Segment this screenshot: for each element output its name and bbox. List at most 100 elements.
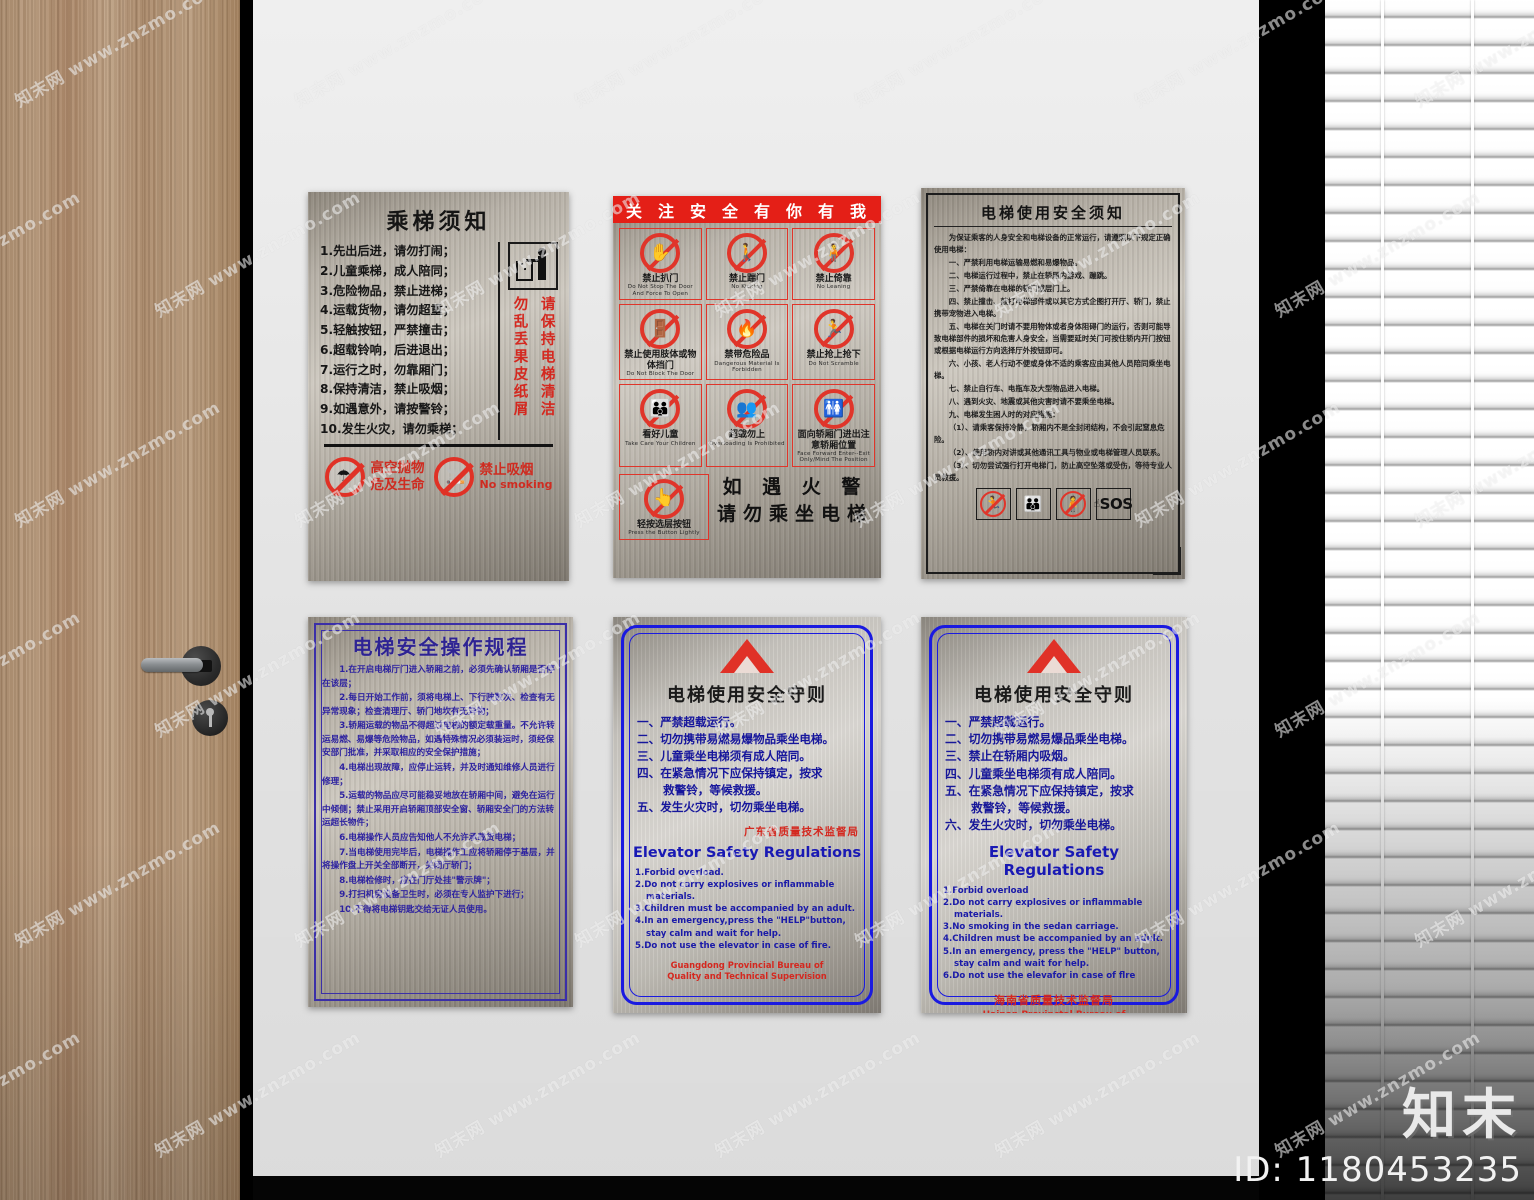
warning-en: No smoking [479, 478, 553, 492]
no-kicking-door-icon: 🚶 禁止踹门 No Kicking [705, 228, 789, 301]
sign1-title: 乘梯须知 [386, 210, 491, 235]
sign4-title: 电梯安全操作规程 [352, 635, 529, 659]
list-item: 2.Do not carry explosives or inflammable [635, 879, 835, 890]
sign-elevator-riding-notice[interactable]: 乘梯须知 1.先出后进，请勿打闹； 2.儿童乘梯，成人陪同； 3.危险物品，禁止… [308, 192, 569, 581]
cell-en: Take Care Your Children [625, 440, 696, 447]
banner-char: 我 [849, 201, 868, 221]
face-forward-icon: 🚻 面向轿厢门进出注意轿厢位置 Face Forward Enter--Exit… [792, 384, 875, 467]
door-jamb-shadow [240, 0, 253, 1200]
list-item: 五、发生火灾时，切勿乘坐电梯。 [637, 799, 811, 814]
sign-elevator-safety-rules-guangdong[interactable]: 电梯使用安全守则 一、严禁超载运行。 二、切勿携带易燃易爆物品乘坐电梯。 三、儿… [613, 617, 881, 1013]
sign-elevator-safety-rules-hainan[interactable]: 电梯使用安全守则 一、严禁超载运行。 二、切勿携带易燃易爆品乘坐电梯。 三、禁止… [921, 617, 1187, 1013]
window-frame-left [1259, 0, 1325, 1200]
list-item: stay calm and wait for help. [954, 958, 1090, 969]
door-keyhole[interactable] [192, 700, 228, 736]
list-item: 3.轿厢运载的物品不得超过电梯的额定载重量。不允许转运易燃、易爆等危险物品，如遇… [322, 721, 555, 759]
sign5-en-list: 1.Forbid overload. 2.Do not carry explos… [631, 867, 863, 952]
list-item: 5.运载的物品应尽可能稳妥地放在轿厢中间，避免在运行中倾侧；禁止采用开启轿厢顶部… [322, 791, 555, 829]
no-leaning-icon: 🧍 禁止倚靠 No Leaning [792, 228, 875, 301]
no-scramble-icon: 🏃 禁止抢上抢下 Do Not Scramble [792, 304, 875, 381]
list-item: 10.发生火灾，请勿乘梯； [320, 421, 464, 436]
blind-shading [1325, 0, 1534, 1200]
fire-line1: 如 遇 火 警 [722, 475, 868, 498]
sign6-cn-list: 一、严禁超载运行。 二、切勿携带易燃易爆品乘坐电梯。 三、禁止在轿厢内吸烟。 四… [939, 714, 1169, 835]
cell-en: Do Not Scramble [808, 360, 859, 367]
sign1-rule-list: 1.先出后进，请勿打闹； 2.儿童乘梯，成人陪同； 3.危险物品，禁止进梯； 4… [320, 242, 495, 440]
venetian-blinds[interactable] [1325, 0, 1534, 1200]
warning-line1: 高空抛物 [370, 460, 425, 477]
list-item: 四、儿童乘坐电梯须有成人陪同。 [945, 766, 1122, 781]
warning-line1: 禁止吸烟 [479, 461, 534, 478]
no-overload-icon: 👥 超载勿上 Overloading Is Prohibited [705, 384, 789, 467]
sign1-red-col-right: 请保持电梯清洁 [538, 296, 555, 419]
sos-label: SOS [1099, 494, 1133, 513]
sign-elevator-safety-instructions[interactable]: 电梯使用安全须知 为保证乘客的人身安全和电梯设备的正常运行，请遵照以下规定正确使… [921, 188, 1185, 579]
red-triangle-logo [720, 639, 774, 673]
no-throwing-objects-icon: ☂ [324, 456, 365, 497]
sign1-bottom-warning-2: 🚬 禁止吸烟 No smoking [433, 456, 553, 497]
list-item: 9.打扫机房设备卫生时，必须在专人监护下进行； [339, 890, 529, 901]
list-item: 二、切勿携带易燃易爆物品乘坐电梯。 [637, 731, 835, 746]
list-item: 一、严禁超载运行。 [637, 715, 742, 729]
no-pry-door-icon: ✋ 禁止扒门 Do Not Stop The Door And Force To… [619, 228, 702, 301]
sign2-fire-warning: 如 遇 火 警 请勿乘坐电梯 [715, 474, 875, 528]
paragraph: 二、电梯运行过程中，禁止在轿厢内游戏、蹦跳。 [948, 270, 1112, 280]
no-block-door-icon: 🚪 禁止使用肢体或物体挡门 Do Not Block The Door [619, 304, 702, 381]
cell-cn: 禁止踹门 [728, 274, 765, 284]
paragraph: 为保证乘客的人身安全和电梯设备的正常运行，请遵照以下规定正确使用电梯： [934, 233, 1171, 254]
list-item: materials. [646, 891, 695, 902]
fire-line2: 请勿乘坐电梯 [716, 502, 873, 525]
list-item: 六、发生火灾时，切勿乘坐电梯。 [945, 818, 1122, 833]
list-item: 10.不得将电梯钥匙交给无证人员使用。 [339, 904, 492, 915]
list-item: 1.在开启电梯厅门进入轿厢之前，必须先确认轿厢是否停在该层； [322, 665, 555, 689]
cell-en: Overloading Is Prohibited [709, 440, 785, 447]
sign-elevator-operating-procedures[interactable]: 电梯安全操作规程 1.在开启电梯厅门进入轿厢之前，必须先确认轿厢是否停在该层； … [308, 617, 573, 1007]
cell-cn: 禁止倚靠 [815, 274, 852, 284]
sign2-banner: 关 注 安 全 有 你 有 我 [613, 196, 881, 223]
list-item: 6.超载铃响，后进退出； [320, 342, 455, 357]
banner-char: 有 [817, 201, 836, 221]
door-lever-handle[interactable] [141, 646, 221, 686]
list-item: 1.先出后进，请勿打闹； [320, 244, 455, 258]
warning-line2: 危及生命 [370, 476, 425, 493]
paragraph: 三、严禁倚靠在电梯的轿门或层门上。 [948, 283, 1075, 293]
sign5-en-title: Elevator Safety Regulations [632, 844, 862, 861]
list-item: 3.Children must be accompanied by an adu… [635, 904, 856, 915]
list-item: 四、在紧急情况下应保持镇定，按求 [637, 765, 823, 780]
paragraph: 八、遇到火灾、地震或其他灾害时请不要乘坐电梯。 [948, 396, 1119, 406]
banner-char: 安 [689, 201, 708, 221]
list-item: 三、禁止在轿厢内吸烟。 [945, 749, 1075, 764]
list-item: 4.Children must be accompanied by an adu… [943, 934, 1164, 945]
sign-safety-pictograms[interactable]: 关 注 安 全 有 你 有 我 ✋ 禁止扒门 Do Not Stop The D… [613, 196, 881, 578]
sign1-bottom-warning-1: ☂ 高空抛物 危及生命 [324, 456, 425, 497]
no-smoking-icon: 🚬 [433, 456, 474, 497]
list-item: 6.电梯操作人员应告知他人不允许承载货电梯； [339, 832, 521, 843]
list-item: 救警铃，等候救援。 [971, 801, 1078, 816]
no-dangerous-goods-icon: 🔥 禁带危险品 Dangerous Material Is Forbidden [705, 304, 789, 381]
list-item: 2.Do not carry explosives or inflammable [943, 897, 1143, 908]
list-item: 8.电梯检修时，应在门厅处挂"警示牌"； [339, 875, 495, 886]
list-item: 二、切勿携带易燃易爆品乘坐电梯。 [945, 732, 1134, 747]
door-shading [0, 0, 240, 1200]
sign6-en-list: 1.Forbid overload 2.Do not carry explosi… [939, 885, 1169, 983]
list-item: 7.运行之时，勿靠厢门； [320, 362, 455, 377]
no-leaning-icon: 🧍 [1055, 487, 1091, 520]
scene-root: 乘梯须知 1.先出后进，请勿打闹； 2.儿童乘梯，成人陪同； 3.危险物品，禁止… [0, 0, 1534, 1200]
handle-lever[interactable] [141, 658, 203, 672]
paragraph: （2）、使用轿内对讲或其他通讯工具与物业或电梯管理人员联系。 [948, 447, 1165, 457]
paragraph: （3）、切勿尝试强行打开电梯门，防止高空坠落或受伤，等待专业人员救援。 [934, 460, 1172, 482]
press-button-lightly-icon: 👆 轻按选层按钮 Press the Button Lightly [619, 473, 709, 540]
cell-cn: 超载勿上 [728, 430, 765, 441]
banner-char: 注 [657, 201, 676, 221]
list-item: 5.Do not use the elevator in case of fir… [635, 940, 831, 951]
red-triangle-logo [1027, 639, 1081, 673]
sign6-org-cn: 海南省质量技术监督局 [994, 994, 1114, 1008]
cell-cn: 面向轿厢门进出注意轿厢位置 [797, 430, 870, 451]
list-item: materials. [954, 909, 1003, 920]
paragraph: 一、严禁利用电梯运输易燃和易爆物品。 [948, 257, 1082, 267]
sign6-org-en: Hainan Provinctal Bureau of Qualoty Tech… [939, 1009, 1169, 1013]
banner-char: 全 [721, 201, 740, 221]
cell-en: No Leaning [816, 284, 851, 291]
list-item: 五、在紧急情况下应保持镇定，按求 [945, 783, 1134, 798]
divider [324, 443, 553, 447]
